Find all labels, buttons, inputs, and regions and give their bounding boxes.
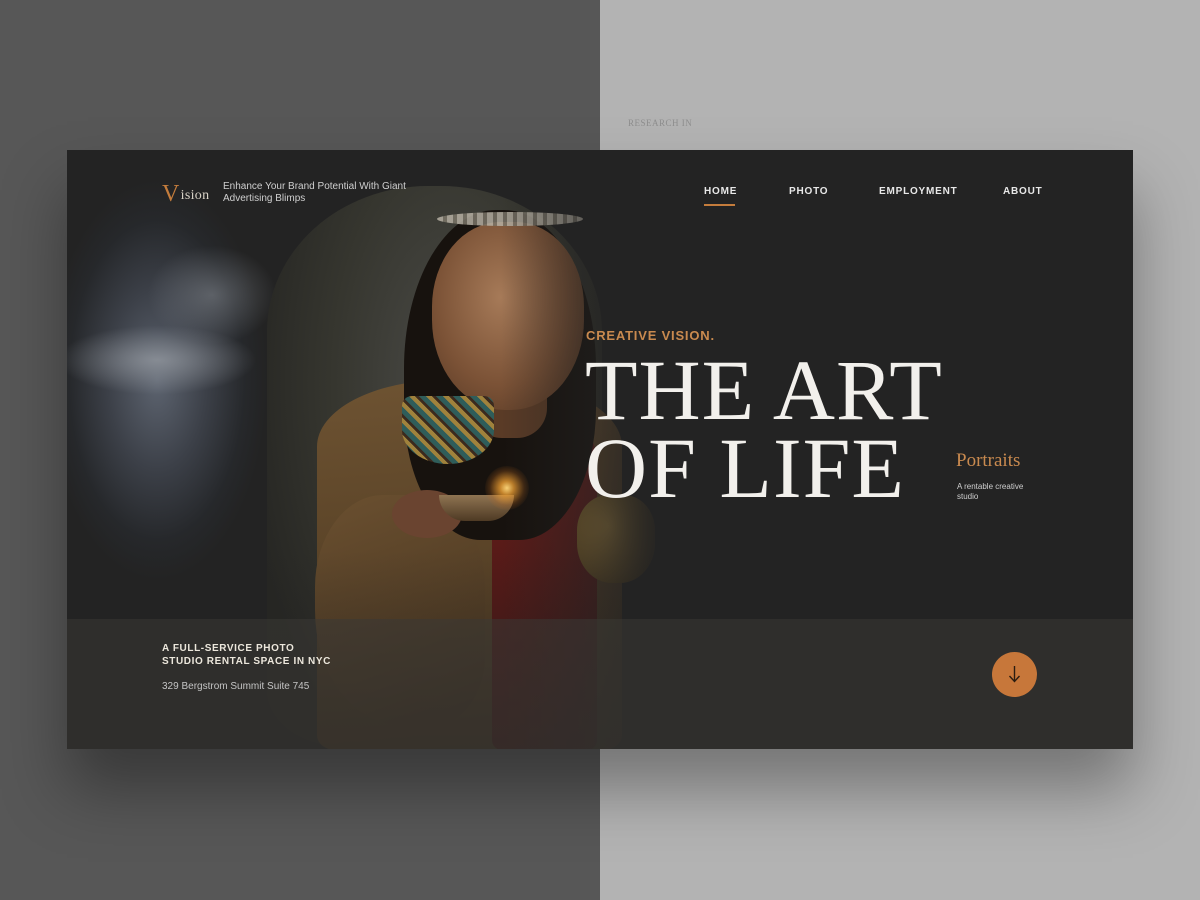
studio-address: 329 Bergstrom Summit Suite 745 — [162, 681, 310, 692]
logo[interactable]: Vision — [162, 181, 209, 208]
background-caption: RESEARCH IN — [628, 118, 693, 128]
nav-item-home[interactable]: HOME — [704, 186, 737, 197]
hero-side-title: Portraits — [956, 450, 1021, 471]
logo-initial: V — [162, 181, 180, 207]
service-line-1: A FULL-SERVICE PHOTO — [162, 643, 295, 654]
hero-card: Vision Enhance Your Brand Potential With… — [67, 150, 1133, 749]
hero-kicker: CREATIVE VISION. — [586, 328, 715, 343]
nav-item-employment[interactable]: EMPLOYMENT — [879, 186, 958, 197]
logo-text: ision — [180, 188, 210, 203]
nav-item-about[interactable]: ABOUT — [1003, 186, 1043, 197]
nav-active-indicator — [704, 204, 735, 206]
brand-tagline: Enhance Your Brand Potential With Giant … — [223, 181, 406, 204]
hero-title-line2: OF LIFE — [585, 420, 905, 516]
scroll-down-button[interactable] — [992, 652, 1037, 697]
hero-title-line1: THE ART — [585, 342, 943, 438]
service-line-2: STUDIO RENTAL SPACE IN NYC — [162, 656, 331, 667]
arrow-down-icon — [1008, 666, 1021, 683]
hero-side-subtitle: A rentable creative studio — [957, 482, 1024, 501]
